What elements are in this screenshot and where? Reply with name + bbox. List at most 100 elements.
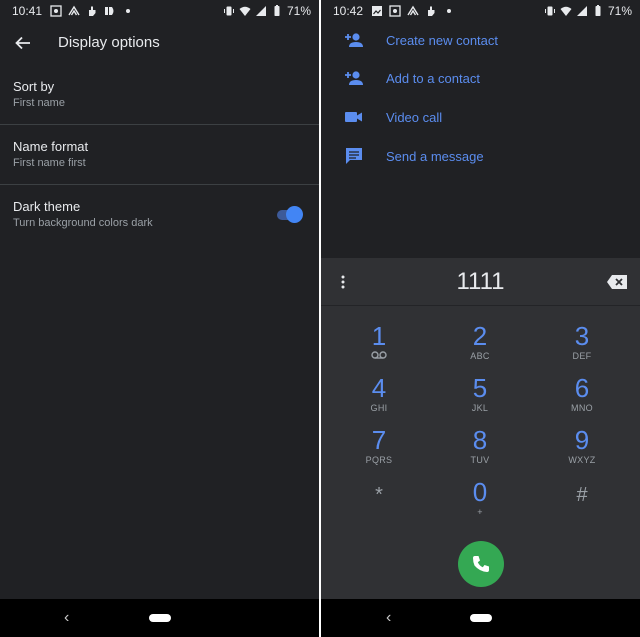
key-digit: 1 <box>371 321 387 351</box>
create-new-contact-action[interactable]: Create new contact <box>321 21 640 59</box>
wifi-icon <box>560 6 572 16</box>
vibrate-icon <box>223 6 234 16</box>
toolbar: Display options <box>0 22 319 64</box>
dialed-number[interactable]: 1111 <box>321 268 640 296</box>
key-digit: 9 <box>574 425 590 455</box>
status-time: 10:42 <box>333 4 364 18</box>
video-call-action[interactable]: Video call <box>321 98 640 136</box>
key-digit: 0 <box>472 477 488 507</box>
battery-icon <box>595 5 601 16</box>
message-icon <box>346 148 362 164</box>
key-letters: JKL <box>471 403 489 413</box>
dot-notification-icon <box>447 9 452 13</box>
setting-title: Name format <box>13 139 89 154</box>
notification-icons <box>371 5 455 17</box>
action-label: Video call <box>386 109 443 125</box>
key-letters: PQRS <box>365 455 393 465</box>
dialpad-key-7[interactable]: 7 PQRS <box>339 426 419 476</box>
key-digit: 2 <box>472 321 488 351</box>
status-bar: 10:41 71% <box>0 0 319 22</box>
key-letters: ABC <box>470 351 490 361</box>
dialpad-key-1[interactable]: 1 <box>339 322 419 372</box>
key-digit: 5 <box>472 373 488 403</box>
dark-theme-toggle[interactable] <box>277 206 303 223</box>
vibrate-icon <box>544 6 555 16</box>
dot-notification-icon <box>126 9 131 13</box>
navigation-bar: ‹ <box>0 599 319 637</box>
toggle-thumb <box>286 206 303 223</box>
nav-back-icon[interactable]: ‹ <box>64 610 69 626</box>
image-notification-icon <box>50 5 62 17</box>
voicemail-icon <box>371 351 387 359</box>
key-digit: 8 <box>472 425 488 455</box>
dialer-screen: 10:42 71% Create new contact Add to a co… <box>321 0 640 637</box>
wifi-icon <box>239 6 251 16</box>
setting-sort-by[interactable]: Sort by First name <box>0 65 319 125</box>
dialpad-key-4[interactable]: 4 GHI <box>339 374 419 424</box>
person-add-icon <box>345 71 363 85</box>
status-bar: 10:42 71% <box>321 0 640 22</box>
nav-back-icon[interactable]: ‹ <box>386 610 391 626</box>
battery-percent: 71% <box>286 4 311 18</box>
media-notification-icon <box>105 7 114 15</box>
key-digit: # <box>576 484 588 506</box>
navigation-bar: ‹ <box>321 599 640 637</box>
signal-icon <box>576 6 587 16</box>
key-letters: WXYZ <box>568 455 596 465</box>
nav-home-button[interactable] <box>148 614 171 622</box>
add-to-contact-action[interactable]: Add to a contact <box>321 59 640 97</box>
signal-icon <box>255 6 266 16</box>
dialpad-key-star[interactable]: * <box>339 481 419 531</box>
setting-title: Sort by <box>13 79 55 94</box>
phone-icon <box>473 556 489 572</box>
key-letters: + <box>477 507 483 517</box>
backspace-icon[interactable] <box>606 274 628 290</box>
setting-subtitle: First name first <box>13 157 86 169</box>
key-letters: MNO <box>571 403 593 413</box>
display-options-screen: 10:41 71% Display options Sort by First … <box>0 0 319 637</box>
status-right: 71% <box>544 4 632 18</box>
back-arrow-icon[interactable] <box>12 32 34 54</box>
action-label: Send a message <box>386 148 484 164</box>
setting-subtitle: First name <box>13 97 65 109</box>
key-digit: 6 <box>574 373 590 403</box>
dialpad-key-2[interactable]: 2 ABC <box>440 322 520 372</box>
battery-icon <box>274 5 280 16</box>
dialpad-key-9[interactable]: 9 WXYZ <box>542 426 622 476</box>
status-right: 71% <box>223 4 311 18</box>
app-notification-icon <box>68 5 80 16</box>
setting-name-format[interactable]: Name format First name first <box>0 125 319 185</box>
image-notification-icon <box>372 6 383 16</box>
key-digit: 3 <box>574 321 590 351</box>
hand-notification-icon <box>428 6 435 16</box>
call-button[interactable] <box>458 541 504 587</box>
videocam-icon <box>345 112 362 122</box>
setting-dark-theme[interactable]: Dark theme Turn background colors dark <box>0 185 319 245</box>
notification-icons <box>50 5 134 17</box>
key-letters: DEF <box>572 351 592 361</box>
key-digit: 4 <box>371 373 387 403</box>
page-title: Display options <box>58 34 160 51</box>
screenshot-notification-icon <box>389 5 401 17</box>
dialpad-key-hash[interactable]: # <box>542 481 622 531</box>
action-label: Create new contact <box>386 32 499 48</box>
dialpad: 1111 1 2 ABC 3 DEF 4 GHI 5 JKL 6 MNO 7 P… <box>321 258 640 599</box>
dialpad-key-3[interactable]: 3 DEF <box>542 322 622 372</box>
key-letters: TUV <box>470 455 490 465</box>
status-time: 10:41 <box>12 4 43 18</box>
dialpad-key-8[interactable]: 8 TUV <box>440 426 520 476</box>
app-notification-icon <box>407 5 419 16</box>
setting-title: Dark theme <box>13 199 81 214</box>
battery-percent: 71% <box>607 4 632 18</box>
nav-home-button[interactable] <box>469 614 492 622</box>
dialpad-key-6[interactable]: 6 MNO <box>542 374 622 424</box>
dialpad-key-5[interactable]: 5 JKL <box>440 374 520 424</box>
key-digit: 7 <box>371 425 387 455</box>
digits-bar: 1111 <box>321 258 640 306</box>
key-letters: GHI <box>370 403 388 413</box>
hand-notification-icon <box>89 6 96 16</box>
person-add-icon <box>345 33 363 47</box>
action-label: Add to a contact <box>386 70 480 86</box>
dialpad-key-0[interactable]: 0 + <box>440 478 520 528</box>
send-message-action[interactable]: Send a message <box>321 137 640 175</box>
